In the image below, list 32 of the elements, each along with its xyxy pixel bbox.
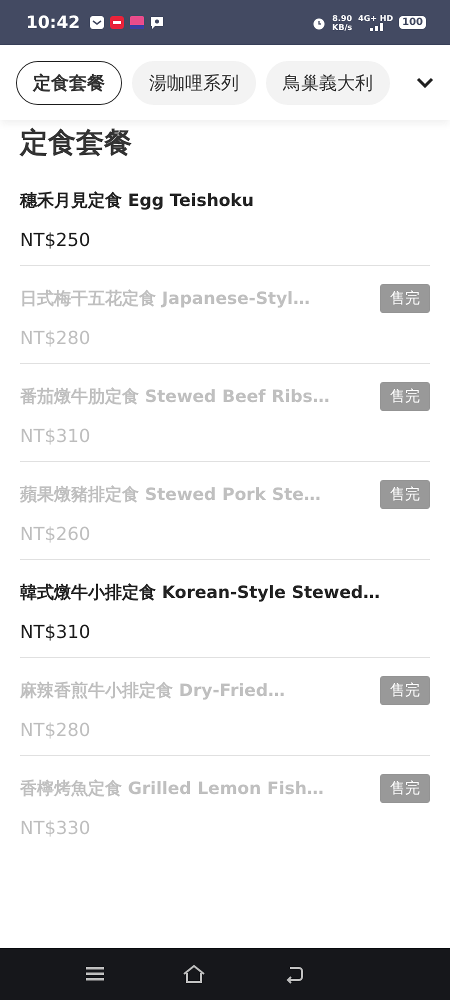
- sold-out-badge: 售完: [380, 480, 430, 508]
- menu-icon[interactable]: [86, 967, 104, 981]
- item-price: NT$250: [20, 230, 92, 251]
- item-price: NT$280: [20, 720, 92, 741]
- item-price: NT$260: [20, 524, 92, 545]
- speed-unit: KB/s: [332, 22, 352, 32]
- item-price: NT$280: [20, 328, 92, 349]
- category-tab[interactable]: 湯咖哩系列: [132, 60, 256, 104]
- clock: 10:42: [26, 12, 80, 32]
- sold-out-badge: 售完: [380, 284, 430, 312]
- item-price: NT$310: [20, 622, 92, 643]
- section-title: 定食套餐: [20, 125, 133, 161]
- item-name[interactable]: 韓式燉牛小排定食 Korean-Style Stewed…: [20, 580, 380, 604]
- category-tab[interactable]: 鳥巢義大利: [266, 60, 390, 104]
- message-icon: [150, 16, 164, 29]
- speed-value: 8.90: [332, 14, 352, 22]
- sold-out-badge: 售完: [380, 382, 430, 410]
- item-name[interactable]: 穗禾月見定食 Egg Teishoku: [20, 188, 254, 212]
- item-price: NT$330: [20, 818, 92, 839]
- network-type: 4G+ HD: [358, 14, 394, 23]
- sold-out-badge: 售完: [380, 676, 430, 704]
- alarm-icon: [312, 16, 326, 30]
- sold-out-badge: 售完: [380, 774, 430, 802]
- home-icon[interactable]: [182, 964, 206, 984]
- back-icon[interactable]: [284, 964, 304, 984]
- category-tab[interactable]: 定食套餐: [16, 60, 122, 104]
- item-price: NT$310: [20, 426, 92, 447]
- battery-icon: 100: [399, 16, 426, 29]
- mail-icon: [90, 16, 104, 29]
- chevron-down-icon[interactable]: [416, 76, 434, 88]
- app-icon: [110, 16, 124, 29]
- app-icon: [130, 16, 144, 29]
